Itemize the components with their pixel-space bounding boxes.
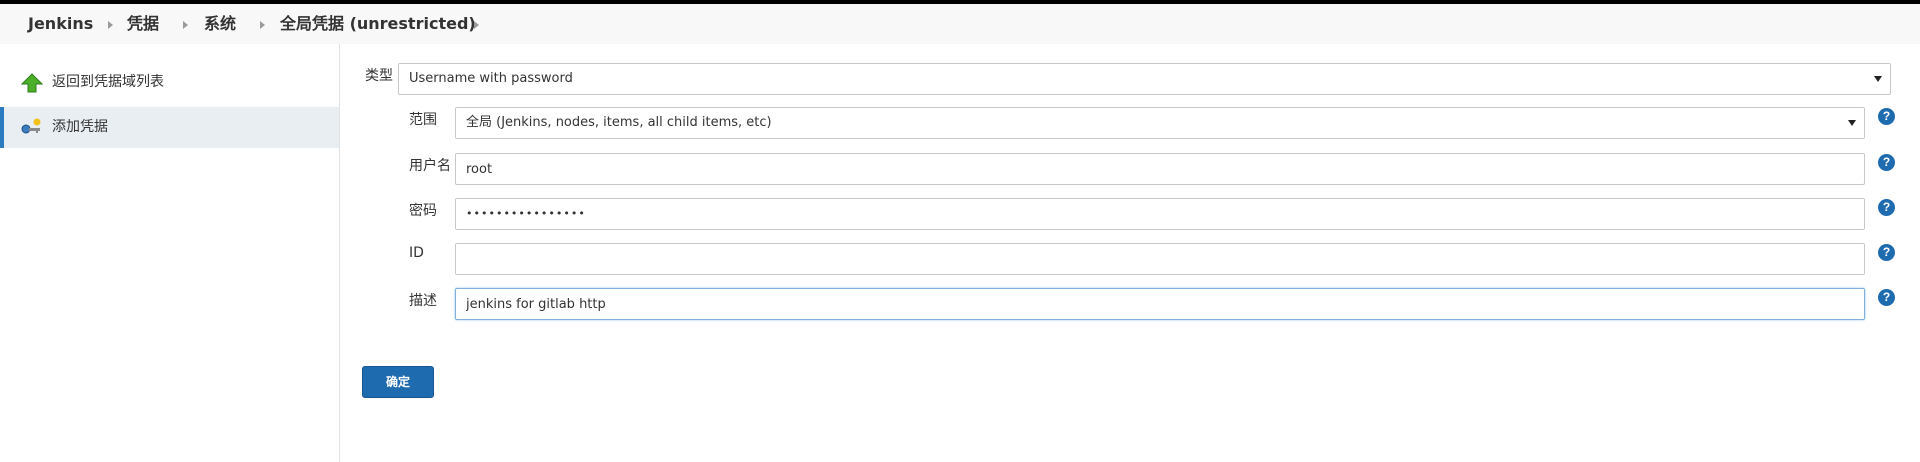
breadcrumb-separator-icon[interactable] bbox=[474, 21, 479, 29]
breadcrumb-separator-icon[interactable] bbox=[183, 21, 188, 29]
up-arrow-icon bbox=[21, 73, 43, 93]
breadcrumb: Jenkins 凭据 系统 全局凭据 (unrestricted) bbox=[0, 4, 1920, 44]
id-label: ID bbox=[409, 245, 424, 261]
sidebar-item-label: 添加凭据 bbox=[52, 119, 108, 135]
scope-select[interactable]: 全局 (Jenkins, nodes, items, all child ite… bbox=[455, 107, 1865, 139]
breadcrumb-credentials[interactable]: 凭据 bbox=[127, 4, 159, 44]
kind-select-value: Username with password bbox=[409, 71, 573, 86]
sidebar-item-back-to-domains[interactable]: 返回到凭据域列表 bbox=[0, 62, 339, 103]
description-field[interactable] bbox=[455, 288, 1865, 320]
username-field[interactable] bbox=[455, 153, 1865, 185]
breadcrumb-separator-icon[interactable] bbox=[260, 21, 265, 29]
password-field[interactable]: •••••••••••••••• bbox=[455, 198, 1865, 230]
id-field[interactable] bbox=[455, 243, 1865, 275]
sidebar-item-label: 返回到凭据域列表 bbox=[52, 74, 164, 90]
scope-label: 范围 bbox=[409, 112, 437, 128]
username-label: 用户名 bbox=[409, 158, 451, 174]
username-help-icon[interactable]: ? bbox=[1878, 154, 1895, 171]
password-mask: •••••••••••••••• bbox=[466, 207, 586, 220]
scope-help-icon[interactable]: ? bbox=[1878, 108, 1895, 125]
breadcrumb-jenkins[interactable]: Jenkins bbox=[28, 4, 93, 44]
description-label: 描述 bbox=[409, 293, 437, 309]
kind-label: 类型 bbox=[365, 68, 393, 84]
ok-button[interactable]: 确定 bbox=[362, 366, 434, 398]
breadcrumb-global-credentials[interactable]: 全局凭据 (unrestricted) bbox=[280, 4, 476, 44]
key-add-icon bbox=[21, 118, 41, 134]
kind-select[interactable]: Username with password bbox=[398, 63, 1891, 95]
breadcrumb-system[interactable]: 系统 bbox=[204, 4, 236, 44]
scope-select-value: 全局 (Jenkins, nodes, items, all child ite… bbox=[466, 115, 772, 130]
sidebar-item-add-credentials[interactable]: 添加凭据 bbox=[0, 107, 339, 148]
description-help-icon[interactable]: ? bbox=[1878, 289, 1895, 306]
password-label: 密码 bbox=[409, 203, 437, 219]
side-panel: 返回到凭据域列表 添加凭据 bbox=[0, 44, 340, 462]
id-help-icon[interactable]: ? bbox=[1878, 244, 1895, 261]
breadcrumb-separator-icon[interactable] bbox=[108, 21, 113, 29]
chevron-down-icon bbox=[1874, 76, 1882, 82]
chevron-down-icon bbox=[1848, 120, 1856, 126]
password-help-icon[interactable]: ? bbox=[1878, 199, 1895, 216]
